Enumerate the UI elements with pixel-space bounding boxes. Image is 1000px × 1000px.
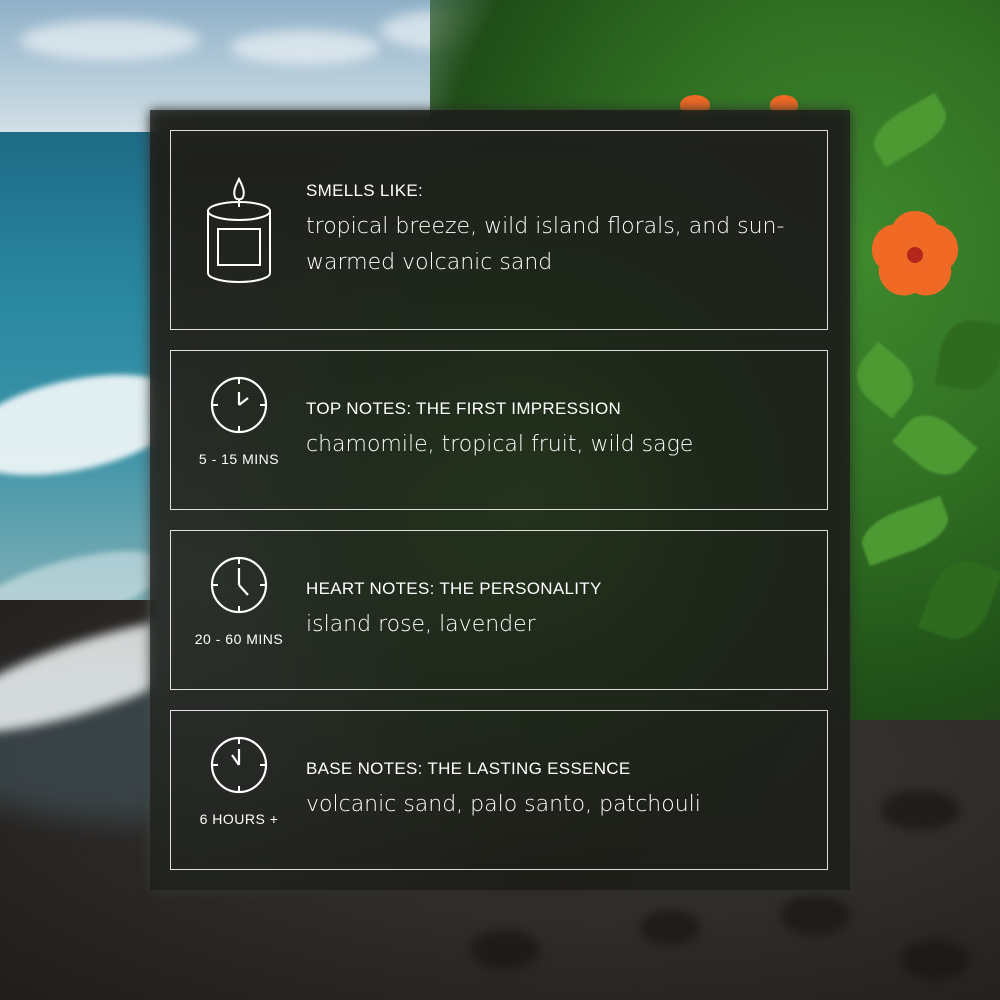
card-heading: BASE NOTES: THE LASTING ESSENCE: [306, 759, 631, 778]
duration-label: 6 HOURS +: [199, 811, 279, 827]
cloud: [230, 30, 380, 65]
card-text: BASE NOTES: THE LASTING ESSENCE volcanic…: [306, 759, 807, 823]
clock-icon: [210, 376, 268, 434]
duration-label: 5 - 15 MINS: [198, 451, 280, 467]
scent-notes-panel: SMELLS LIKE: tropical breeze, wild islan…: [150, 110, 850, 890]
card-heading: SMELLS LIKE:: [306, 181, 423, 200]
flower-center: [907, 247, 923, 263]
card-heading: HEART NOTES: THE PERSONALITY: [306, 579, 602, 598]
icon-column: 5 - 15 MINS: [199, 375, 279, 467]
card-text: TOP NOTES: THE FIRST IMPRESSION chamomil…: [306, 399, 807, 463]
clock-icon: [210, 736, 268, 794]
card-notes: tropical breeze, wild island florals, an…: [306, 214, 785, 275]
card-text: SMELLS LIKE: tropical breeze, wild islan…: [306, 181, 807, 281]
card-heading: TOP NOTES: THE FIRST IMPRESSION: [306, 399, 622, 418]
duration-label: 20 - 60 MINS: [194, 631, 284, 647]
clock-icon: [210, 556, 268, 614]
scent-card-base-notes: 6 HOURS + BASE NOTES: THE LASTING ESSENC…: [170, 710, 828, 870]
candle-icon: [207, 177, 271, 284]
scent-card-smells-like: SMELLS LIKE: tropical breeze, wild islan…: [170, 130, 828, 330]
cloud: [20, 20, 200, 60]
footprint: [900, 940, 970, 980]
card-notes: volcanic sand, palo santo, patchouli: [306, 792, 701, 817]
footprint: [880, 790, 960, 830]
scent-card-heart-notes: 20 - 60 MINS HEART NOTES: THE PERSONALIT…: [170, 530, 828, 690]
footprint: [780, 895, 850, 935]
footprint: [470, 930, 540, 970]
icon-column: [199, 177, 279, 285]
card-notes: chamomile, tropical fruit, wild sage: [306, 432, 694, 457]
hibiscus-flower: [860, 200, 970, 310]
scent-card-top-notes: 5 - 15 MINS TOP NOTES: THE FIRST IMPRESS…: [170, 350, 828, 510]
icon-column: 6 HOURS +: [199, 735, 279, 827]
footprint: [640, 910, 700, 945]
icon-column: 20 - 60 MINS: [195, 555, 283, 647]
card-text: HEART NOTES: THE PERSONALITY island rose…: [306, 579, 807, 643]
card-notes: island rose, lavender: [306, 612, 536, 637]
